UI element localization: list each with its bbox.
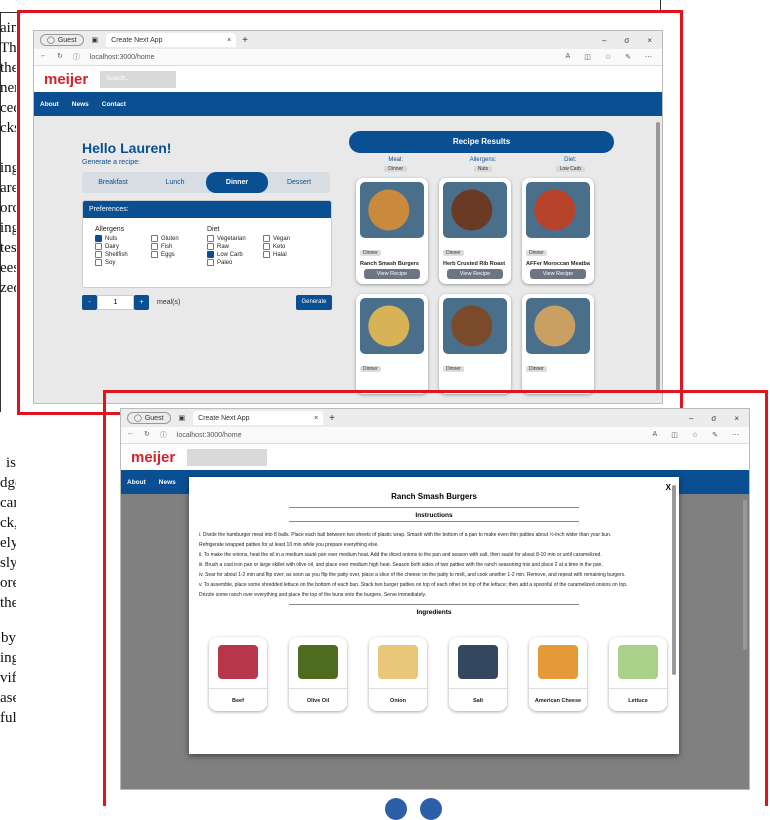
background-text-fragment: ner — [0, 80, 16, 96]
background-text-fragment: The — [0, 40, 16, 56]
background-text-fragment: dge — [0, 475, 16, 491]
background-text-fragment: ing — [0, 650, 16, 666]
background-text-fragment: ing — [0, 220, 16, 236]
page-nav-dot[interactable] — [385, 798, 407, 820]
background-text-fragment: sly — [0, 555, 16, 571]
background-text-fragment: ing — [0, 160, 16, 176]
background-text-fragment: can — [0, 495, 16, 511]
background-text-fragment: cks — [0, 120, 16, 136]
background-text-fragment: ase — [0, 690, 16, 706]
background-text-fragment: tes — [0, 240, 16, 256]
highlight-frame-top — [17, 10, 683, 415]
highlight-frame-bottom — [103, 390, 768, 806]
background-text-fragment: by — [1, 630, 16, 646]
background-text-fragment: the — [0, 60, 16, 76]
background-text-fragment: ees, — [0, 260, 16, 276]
background-text-fragment: ore — [0, 575, 16, 591]
background-text-fragment: ely — [0, 535, 16, 551]
background-text-fragment: ful — [0, 710, 16, 726]
background-text-fragment: are, — [0, 180, 16, 196]
background-text-fragment: ain — [0, 20, 16, 36]
background-text-fragment: zed — [0, 280, 16, 296]
background-text-fragment: the — [0, 595, 16, 611]
page-nav-dot[interactable] — [420, 798, 442, 820]
background-text-fragment: ord. — [0, 200, 16, 216]
background-text-fragment: is — [5, 455, 16, 471]
background-text-fragment: ck, — [0, 515, 16, 531]
background-text-fragment: ced — [0, 100, 16, 116]
background-text-fragment: vift — [0, 670, 16, 686]
